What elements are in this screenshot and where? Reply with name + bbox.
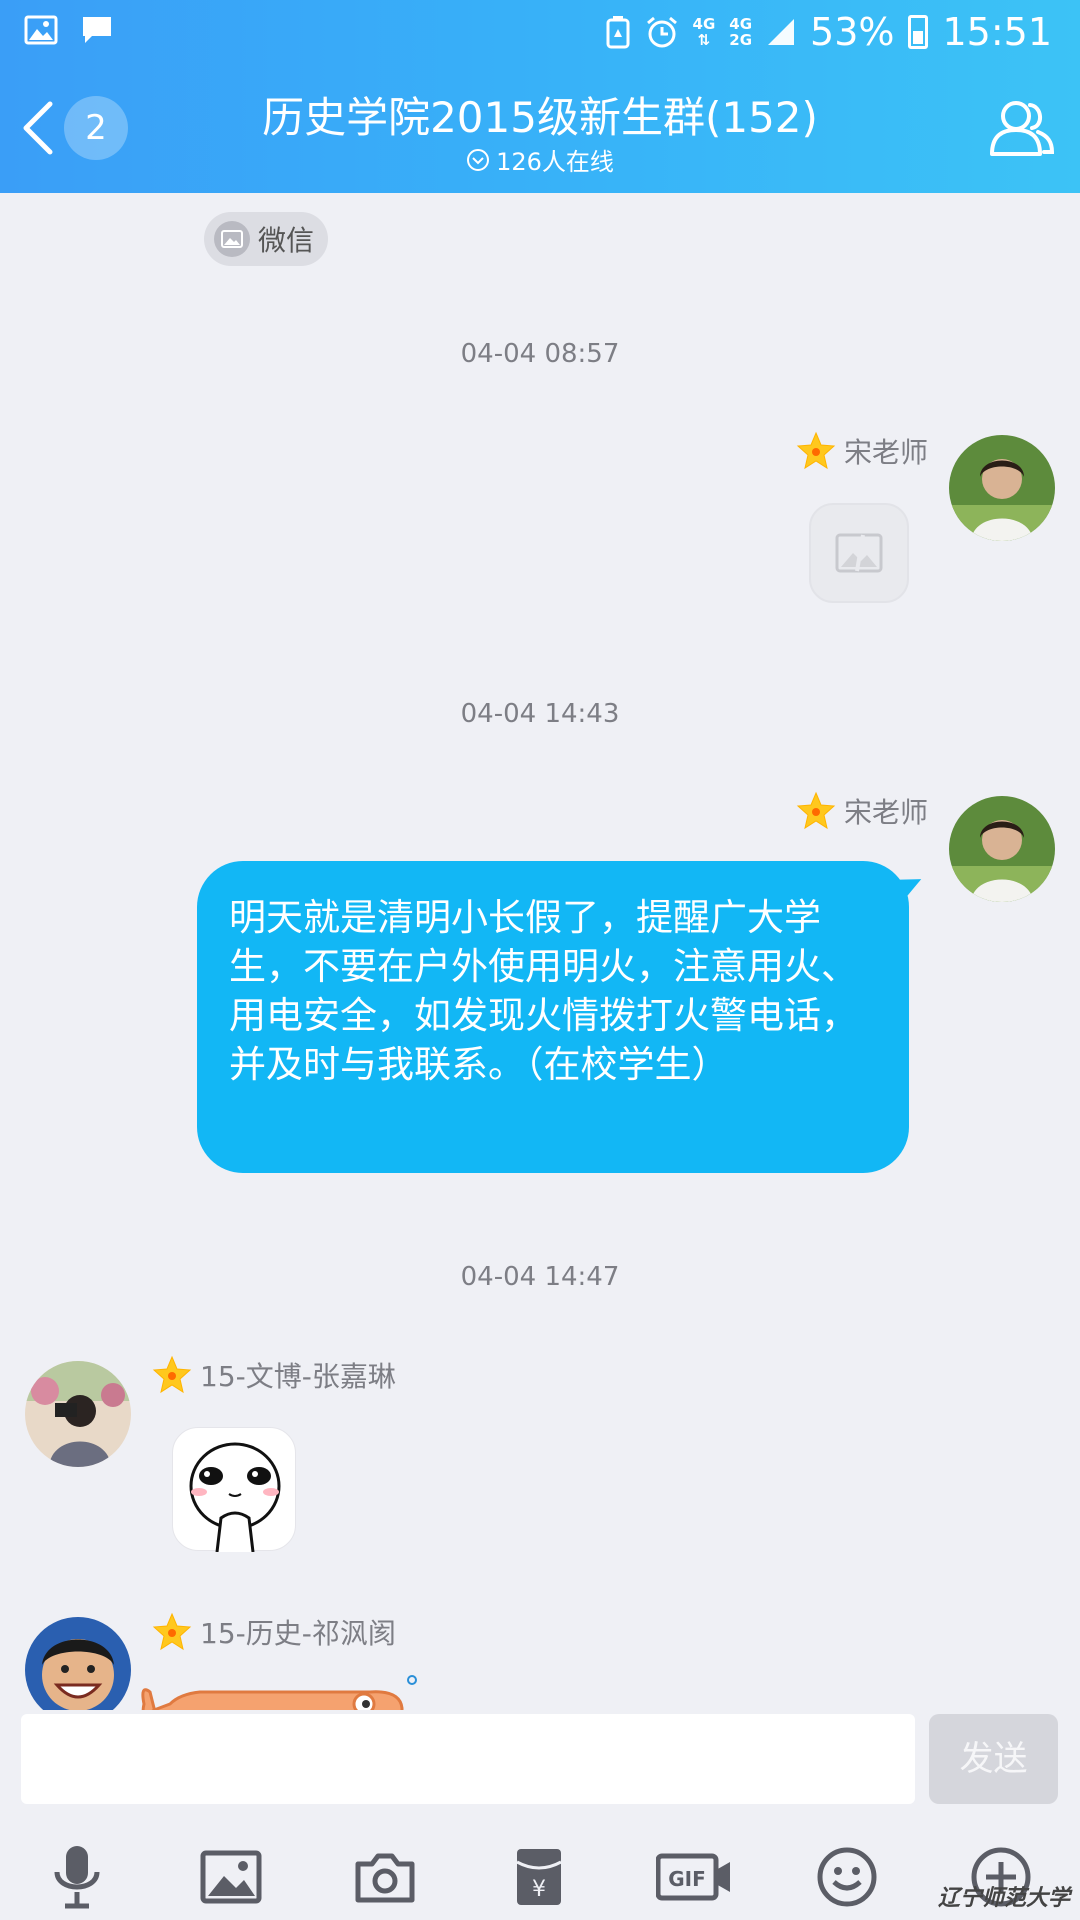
broken-image-icon [835,533,883,573]
svg-text:¥: ¥ [532,1877,546,1902]
star-badge-icon [796,431,836,470]
sender-name: 15-历史-祁沨阂 [152,1612,396,1652]
group-title: 历史学院2015级新生群(152) [262,93,818,142]
status-time: 15:51 [942,10,1052,54]
avatar[interactable] [25,1617,131,1710]
signal-icon [768,19,795,45]
image-message[interactable] [809,503,909,603]
wechat-source-chip[interactable]: 微信 [204,212,329,266]
message-list[interactable]: 微信 04-04 08:57 宋老师 04-04 14:43 宋老师 明天就是清… [0,193,1080,1710]
send-button[interactable]: 发送 [929,1714,1058,1804]
svg-text:GIF: GIF [668,1867,706,1891]
timestamp: 04-04 08:57 [460,339,620,369]
star-badge-icon [152,1355,192,1394]
emoji-icon[interactable] [812,1842,882,1912]
input-toolbar: ¥ GIF [0,1830,1080,1920]
star-badge-icon [152,1612,192,1651]
network-indicator-2: 4G 2G [729,15,753,49]
avatar[interactable] [949,796,1055,902]
mic-icon[interactable] [42,1842,112,1912]
input-bar: 发送 ¥ GIF 辽宁师范大学 [0,1710,1080,1920]
chevron-down-circle-icon [467,148,490,171]
network-indicator-1: 4G ⇅ [692,15,716,49]
chat-header: 4G ⇅ 4G 2G 53% 15:51 2 历史学院2015级新生群(152) 1… [0,0,1080,193]
alarm-icon [646,16,677,48]
image-icon [214,221,250,257]
sticker-face-icon [189,1442,281,1553]
timestamp: 04-04 14:43 [460,699,620,729]
image-icon[interactable] [196,1842,266,1912]
battery-icon [908,15,929,49]
sticker-message[interactable] [172,1427,296,1553]
timestamp: 04-04 14:47 [460,1262,620,1292]
wechat-chip-label: 微信 [258,224,315,257]
status-bar: 4G ⇅ 4G 2G 53% 15:51 [0,0,1080,64]
fish-sticker-message[interactable] [140,1674,420,1710]
gif-icon[interactable]: GIF [656,1842,732,1912]
star-badge-icon [796,791,836,830]
sender-name: 15-文博-张嘉琳 [152,1355,396,1395]
sender-name: 宋老师 [796,431,928,471]
message-notification-icon [83,17,111,43]
watermark: 辽宁师范大学 [937,1886,1070,1911]
red-packet-icon[interactable]: ¥ [504,1842,574,1912]
text-message-bubble[interactable]: 明天就是清明小长假了，提醒广大学生，不要在户外使用明火，注意用火、用电安全，如发… [197,861,909,1173]
gallery-notification-icon [24,15,58,45]
avatar[interactable] [949,435,1055,541]
group-members-icon[interactable] [986,96,1056,160]
sender-name: 宋老师 [796,791,928,831]
avatar[interactable] [25,1361,131,1467]
battery-saver-icon [606,16,630,49]
online-status[interactable]: 126人在线 [0,142,1080,177]
message-input[interactable] [21,1714,915,1804]
battery-percent: 53% [810,10,895,54]
online-count: 126人在线 [496,148,614,176]
camera-icon[interactable] [350,1842,420,1912]
